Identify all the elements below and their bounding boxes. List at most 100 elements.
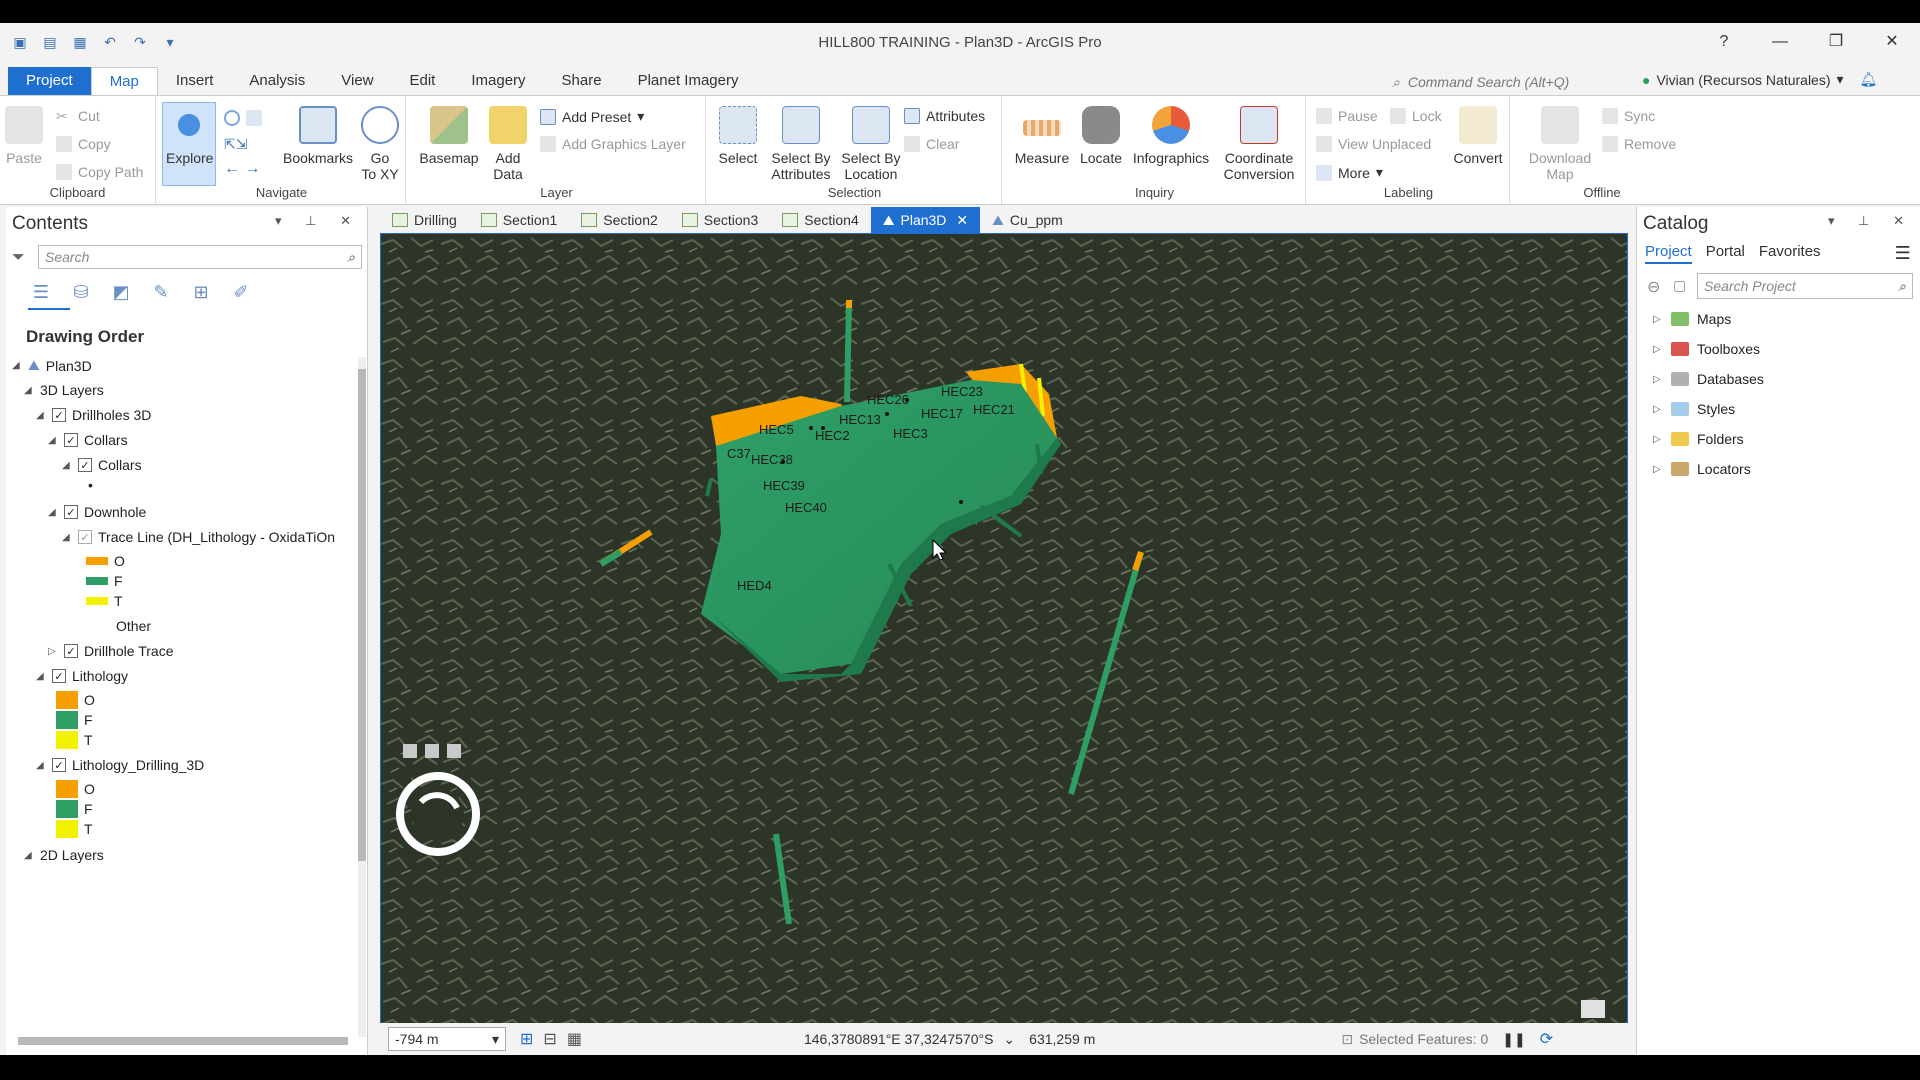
catalog-item-toolboxes[interactable]: ▷ Toolboxes: [1653, 341, 1760, 357]
label-hec26[interactable]: HEC26: [867, 392, 909, 407]
list-by-selection-icon[interactable]: ◩: [108, 279, 134, 305]
tab-edit[interactable]: Edit: [392, 67, 454, 95]
collapse-icon[interactable]: ◢: [48, 435, 58, 446]
tree-item-2d-layers[interactable]: ◢ 2D Layers: [24, 847, 104, 863]
help-icon[interactable]: ?: [1706, 29, 1742, 55]
explore-button[interactable]: Explore: [166, 106, 213, 166]
tree-item-lithology[interactable]: ◢ ✓ Lithology: [36, 668, 128, 684]
contents-vertical-scrollbar[interactable]: [358, 357, 366, 1037]
catalog-item-maps[interactable]: ▷ Maps: [1653, 311, 1731, 327]
scroll-thumb[interactable]: [358, 369, 366, 861]
tab-catalog-project[interactable]: Project: [1645, 243, 1692, 264]
tab-section4[interactable]: Section4: [770, 207, 870, 233]
visibility-checkbox[interactable]: ✓: [52, 669, 66, 683]
visibility-checkbox[interactable]: ✓: [64, 433, 78, 447]
menu-icon[interactable]: ☰: [1895, 243, 1911, 264]
tree-item-3d-layers[interactable]: ◢ 3D Layers: [24, 382, 104, 398]
bookmarks-button[interactable]: Bookmarks: [278, 106, 358, 166]
visibility-checkbox[interactable]: ✓: [78, 530, 92, 544]
pane-controls[interactable]: ▾ ⊥ ✕: [1828, 213, 1914, 231]
filter-icon[interactable]: ⏷: [12, 249, 25, 267]
tree-item-collars-layer[interactable]: ◢ ✓ Collars: [62, 457, 142, 473]
visibility-checkbox[interactable]: ✓: [64, 505, 78, 519]
tree-item-trace-line[interactable]: ◢ ✓ Trace Line (DH_Lithology - OxidaTiOn: [62, 529, 335, 545]
close-icon[interactable]: ✕: [956, 207, 968, 233]
full-extent-icon[interactable]: [224, 110, 262, 126]
nav-tilt-icon[interactable]: [403, 744, 417, 758]
more-labeling-button[interactable]: More ▾: [1316, 164, 1383, 181]
copy-path-button[interactable]: Copy Path: [56, 164, 143, 180]
tab-insert[interactable]: Insert: [158, 67, 232, 95]
grid-icon[interactable]: ⊟: [543, 1029, 556, 1049]
notification-icon[interactable]: 🔔︎: [1860, 71, 1878, 88]
selected-features-count[interactable]: Selected Features: 0: [1359, 1031, 1488, 1047]
close-icon[interactable]: ✕: [1874, 29, 1910, 55]
visibility-checkbox[interactable]: ✓: [78, 458, 92, 472]
attributes-button[interactable]: Attributes: [904, 108, 985, 124]
tab-analysis[interactable]: Analysis: [231, 67, 323, 95]
clear-selection-button[interactable]: Clear: [904, 136, 959, 152]
visibility-checkbox[interactable]: ✓: [52, 408, 66, 422]
label-hec3[interactable]: HEC3: [893, 426, 928, 441]
label-hec38[interactable]: HEC38: [751, 452, 793, 467]
label-hec23[interactable]: HEC23: [941, 384, 983, 399]
select-button[interactable]: Select: [712, 106, 764, 166]
paste-button[interactable]: Paste: [4, 106, 44, 166]
contents-search-input[interactable]: Search ⌕: [38, 245, 362, 269]
scale-input[interactable]: -794 m ▾: [388, 1027, 506, 1051]
nav-zoom-icon[interactable]: [447, 744, 461, 758]
pane-controls[interactable]: ▾ ⊥ ✕: [275, 213, 361, 231]
add-preset-button[interactable]: Add Preset ▾: [540, 108, 644, 125]
chevron-down-icon[interactable]: ⌄: [1003, 1031, 1015, 1048]
tab-plan3d[interactable]: ⛰ Plan3D ✕: [870, 207, 981, 233]
label-hec13[interactable]: HEC13: [839, 412, 881, 427]
drillhole[interactable]: [844, 299, 852, 403]
visibility-checkbox[interactable]: ✓: [52, 758, 66, 772]
tree-item-drillholes-3d[interactable]: ◢ ✓ Drillholes 3D: [36, 407, 151, 423]
table-icon[interactable]: ▦: [567, 1029, 582, 1049]
label-hec2[interactable]: HEC2: [815, 428, 850, 443]
collapse-icon[interactable]: ◢: [62, 460, 72, 471]
visibility-checkbox[interactable]: ✓: [64, 644, 78, 658]
sync-button[interactable]: Sync: [1602, 108, 1655, 124]
catalog-item-styles[interactable]: ▷ Styles: [1653, 401, 1735, 417]
tab-section3[interactable]: Section3: [670, 207, 770, 233]
tab-cu-ppm[interactable]: ⛰ Cu_ppm: [980, 207, 1075, 233]
cut-button[interactable]: ✂ Cut: [56, 108, 100, 124]
scene-view[interactable]: HEC26 HEC23 HEC17 HEC21 HEC5 HEC13 HEC2 …: [380, 233, 1628, 1045]
download-map-button[interactable]: Download Map: [1522, 106, 1598, 182]
basemap-button[interactable]: Basemap: [416, 106, 482, 166]
expand-icon[interactable]: ▷: [1653, 314, 1663, 325]
expand-icon[interactable]: ▷: [1653, 344, 1663, 355]
locate-button[interactable]: Locate: [1076, 106, 1126, 166]
attribution-icon[interactable]: [1581, 1000, 1605, 1018]
tree-item-downhole[interactable]: ◢ ✓ Downhole: [48, 504, 146, 520]
tab-drilling[interactable]: Drilling: [380, 207, 469, 233]
tab-project[interactable]: Project: [8, 67, 91, 95]
list-by-editing-icon[interactable]: ✎: [148, 279, 174, 305]
convert-button[interactable]: Convert: [1450, 106, 1506, 166]
contents-horizontal-scrollbar[interactable]: [18, 1037, 348, 1045]
collapse-icon[interactable]: ◢: [24, 385, 34, 396]
refresh-icon[interactable]: ⟳: [1540, 1029, 1553, 1049]
collapse-icon[interactable]: ◢: [62, 532, 72, 543]
scene-nav-controls[interactable]: [403, 744, 461, 758]
tab-view[interactable]: View: [323, 67, 391, 95]
expand-icon[interactable]: ▷: [1653, 404, 1663, 415]
pause-labeling-button[interactable]: Pause: [1316, 108, 1378, 124]
lock-labeling-button[interactable]: Lock: [1390, 108, 1442, 124]
go-to-xy-button[interactable]: Go To XY: [358, 106, 402, 182]
tab-imagery[interactable]: Imagery: [453, 67, 543, 95]
list-by-snapping-icon[interactable]: ⊞: [188, 279, 214, 305]
label-hed4[interactable]: HED4: [737, 578, 772, 593]
add-graphics-layer-button[interactable]: Add Graphics Layer: [540, 136, 686, 152]
remove-offline-button[interactable]: Remove: [1602, 136, 1676, 152]
coordinate-conversion-button[interactable]: Coordinate Conversion: [1216, 106, 1302, 182]
pause-drawing-icon[interactable]: ❚❚: [1502, 1031, 1525, 1048]
list-by-labeling-icon[interactable]: ✐: [228, 279, 254, 305]
catalog-item-folders[interactable]: ▷ Folders: [1653, 431, 1744, 447]
catalog-item-databases[interactable]: ▷ Databases: [1653, 371, 1764, 387]
select-by-location-button[interactable]: Select By Location: [836, 106, 906, 182]
previous-next-extent-icon[interactable]: ← →: [224, 160, 260, 178]
collapse-icon[interactable]: ◢: [24, 850, 34, 861]
